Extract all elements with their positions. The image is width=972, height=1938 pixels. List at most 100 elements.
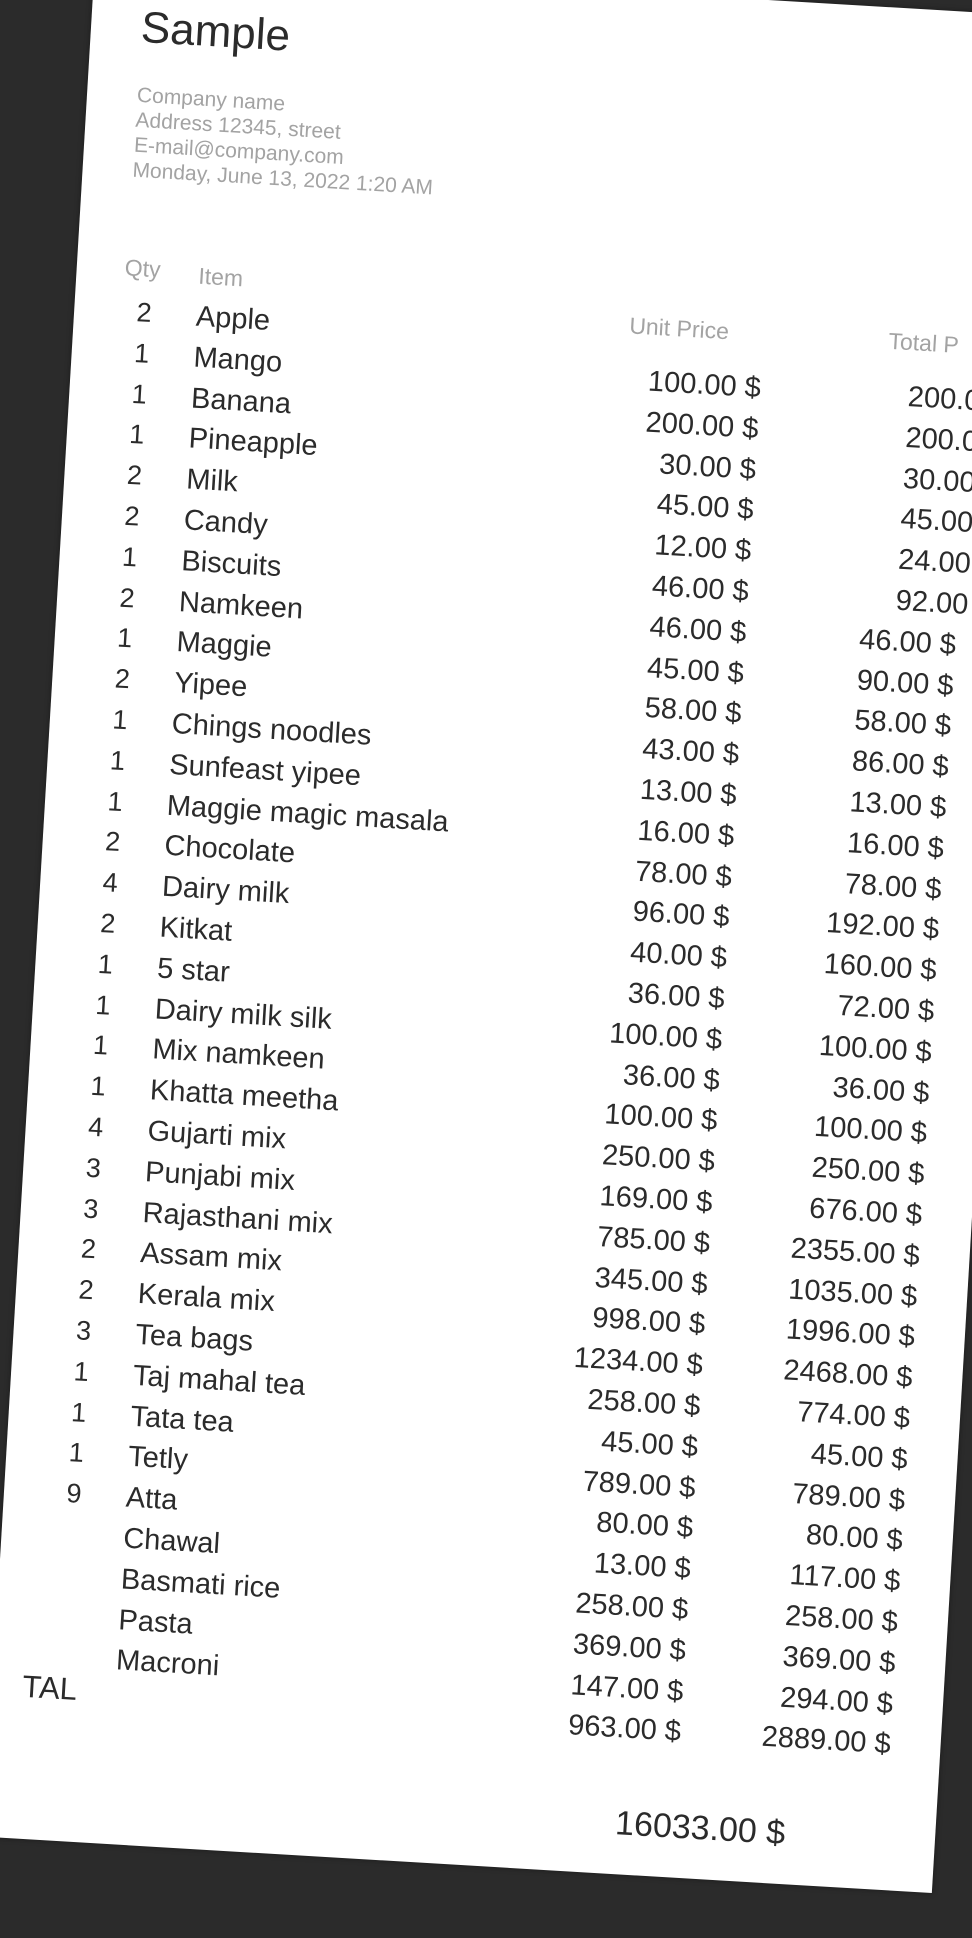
line-item-total-price: 100.00 $ [813,1111,928,1150]
line-item-qty [45,1640,85,1642]
line-item-unit-price: 46.00 $ [651,570,750,608]
line-item-total-price: 676.00 $ [808,1192,923,1232]
line-item-qty: 3 [82,1193,100,1224]
line-item-name: Namkeen [178,585,304,626]
line-item-total-price: 2468.00 $ [782,1354,914,1395]
line-item-total-price: 78.00 $ [843,867,943,906]
line-item-unit-price: 13.00 $ [639,773,738,812]
line-item-total-price: 1996.00 $ [785,1313,916,1354]
line-item-unit-price: 200.00 $ [644,406,760,445]
line-item-name: Kitkat [158,911,234,948]
line-item-qty: 1 [72,1356,90,1387]
line-item-name: Chocolate [163,830,296,870]
line-item-total-price: 92.00 [894,584,970,621]
line-item-name: Biscuits [180,545,283,583]
line-item-name: Kerala mix [137,1278,276,1319]
line-item-total-price: 86.00 $ [851,745,950,784]
line-item-unit-price: 369.00 $ [572,1628,687,1667]
line-item-qty: 1 [130,378,148,410]
line-item-unit-price: 13.00 $ [593,1547,692,1586]
line-item-name: Apple [195,300,272,337]
line-item-name: Pasta [117,1603,194,1641]
line-item-name: Chawal [122,1522,221,1561]
line-item-qty [50,1559,90,1561]
line-item-unit-price: 250.00 $ [601,1139,716,1179]
line-item-name: Pineapple [187,422,319,463]
line-item-total-price: 45.00 [899,503,972,540]
line-item-name: Chings noodles [170,707,373,752]
line-item-unit-price: 58.00 $ [643,692,743,731]
line-item-qty: 1 [106,785,124,817]
line-item-total-price: 200.0 [906,381,972,418]
line-item-unit-price: 100.00 $ [647,365,762,405]
line-item-total-price: 36.00 $ [831,1071,931,1110]
line-item-qty: 2 [114,663,131,695]
line-item-unit-price: 16.00 $ [636,814,736,853]
line-item-qty: 4 [101,867,119,899]
header-unit-price: Unit Price [628,312,730,345]
line-item-qty: 1 [94,989,112,1021]
line-item-total-price: 30.00 [902,462,972,499]
line-item-qty: 1 [109,745,126,776]
line-item-unit-price: 30.00 $ [658,447,757,486]
line-item-name: 5 star [156,952,231,989]
line-item-unit-price: 36.00 $ [626,977,726,1016]
line-item-qty: 2 [77,1274,95,1306]
line-item-qty: 2 [123,500,141,532]
line-item-unit-price: 258.00 $ [586,1383,702,1423]
line-item-name: Taj mahal tea [132,1359,307,1402]
line-item-unit-price: 43.00 $ [641,733,740,771]
company-info: Company name Address 12345, street E-mai… [132,83,438,201]
line-item-name: Gujarti mix [146,1115,287,1156]
line-item-qty: 1 [128,419,146,451]
line-item-total-price: 16.00 $ [846,826,945,865]
line-item-total-price: 200.0 [904,421,972,458]
line-item-total-price: 369.00 $ [781,1640,897,1680]
line-item-name: Basmati rice [120,1563,282,1605]
line-item-qty: 2 [99,908,117,939]
line-item-name: Candy [182,504,269,542]
grand-total: 16033.00 $ [614,1804,787,1853]
line-item-total-price: 1035.00 $ [787,1273,919,1313]
line-item-qty: 1 [121,541,139,573]
line-item-qty: 1 [97,948,114,980]
line-item-name: Banana [190,382,292,420]
line-item-unit-price: 12.00 $ [653,529,753,568]
header-item: Item [197,262,244,292]
line-item-unit-price: 258.00 $ [574,1587,690,1627]
line-item-total-price: 250.00 $ [810,1151,926,1191]
line-item-total-price: 789.00 $ [791,1477,907,1517]
line-item-qty: 1 [133,337,151,369]
receipt-paper: Sample Company name Address 12345, stree… [0,0,972,1894]
line-item-qty: 4 [87,1111,105,1143]
line-item-qty: 3 [84,1152,102,1184]
line-item-total-price: 72.00 $ [836,989,936,1028]
line-item-total-price: 2355.00 $ [789,1232,921,1272]
line-item-unit-price: 963.00 $ [567,1709,682,1749]
line-item-qty: 3 [75,1315,93,1347]
line-item-name: Macroni [115,1644,221,1683]
line-item-total-price: 258.00 $ [784,1599,899,1639]
line-item-unit-price: 100.00 $ [608,1017,724,1056]
line-item-unit-price: 46.00 $ [648,610,748,649]
line-item-total-price: 100.00 $ [818,1029,933,1069]
line-item-qty [48,1600,88,1602]
line-item-name: Maggie magic masala [166,789,450,839]
line-item-qty: 1 [68,1437,85,1469]
line-item-unit-price: 36.00 $ [622,1058,721,1097]
line-item-total-price: 160.00 $ [822,948,938,987]
line-item-unit-price: 45.00 $ [600,1425,699,1464]
line-item-unit-price: 78.00 $ [634,855,733,893]
line-item-qty: 2 [80,1233,97,1265]
line-item-total-price: 117.00 $ [788,1559,902,1598]
line-item-name: Sunfeast yipee [168,748,362,792]
line-item-name: Tetly [127,1441,189,1477]
line-item-name: Milk [185,463,239,499]
line-item-name: Tea bags [134,1318,254,1358]
line-item-name: Rajasthani mix [141,1196,334,1240]
line-item-qty: 1 [111,704,129,736]
line-item-unit-price: 45.00 $ [655,488,755,527]
line-item-unit-price: 785.00 $ [596,1220,711,1260]
line-item-qty: 2 [135,297,153,328]
line-item-total-price: 58.00 $ [853,704,952,743]
